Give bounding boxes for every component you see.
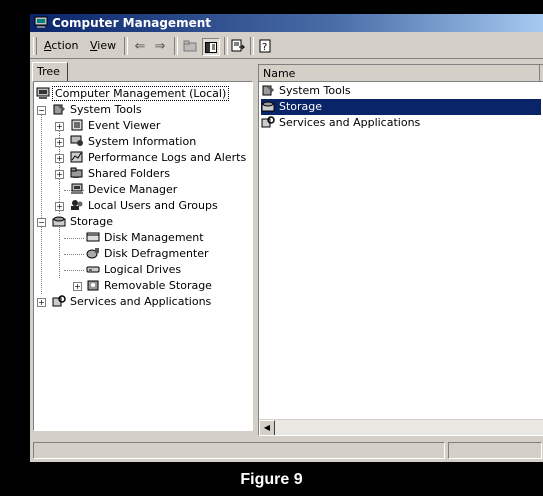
tree-item-label: Storage [70,215,114,228]
view-menu[interactable]: View [90,39,116,52]
title-bar[interactable]: Computer Management [30,14,543,32]
collapse-icon[interactable]: − [37,106,46,115]
disk-defragmenter-icon [86,248,99,259]
tree-item-label: System Information [88,135,197,148]
status-bar [30,440,543,460]
tree-item-device-manager[interactable]: Device Manager [70,182,179,198]
collapse-icon[interactable]: − [37,218,46,227]
toolbar-separator [224,37,228,55]
system-information-icon [70,135,83,146]
tree-item-disk-management[interactable]: Disk Management [86,230,206,246]
tree-item-local-users[interactable]: Local Users and Groups [70,198,220,214]
tree-connector [64,238,84,239]
tree-item-label: Disk Management [104,231,204,244]
tree-item-removable-storage[interactable]: Removable Storage [86,278,214,294]
tree-item-label: Shared Folders [88,167,170,180]
back-arrow-icon[interactable]: ⇐ [132,38,148,54]
expand-icon[interactable]: + [55,202,64,211]
services-icon [52,295,66,307]
storage-icon [261,101,275,112]
tree-pane[interactable]: Computer Management (Local) − System Too… [33,81,253,431]
tree-item-storage[interactable]: Storage [52,214,115,230]
list-item-system-tools[interactable]: System Tools [261,83,353,99]
shared-folder-icon [70,167,83,178]
tree-item-label: Device Manager [88,183,178,196]
tree-connector [41,106,42,294]
svg-text:?: ? [262,42,267,53]
system-tools-icon [53,104,65,115]
tree-item-label: Local Users and Groups [88,199,218,212]
disk-management-icon [86,232,100,242]
services-icon [261,116,275,128]
removable-storage-icon [87,280,99,291]
tree-item-disk-defragmenter[interactable]: Disk Defragmenter [86,246,211,262]
tab-tree-label: Tree [37,65,60,78]
computer-management-window: Computer Management Action View ⇐ ⇒ ? Tr… [30,14,543,462]
users-icon [71,200,83,210]
toolbar-separator [124,37,128,55]
tree-item-system-information[interactable]: System Information [70,134,198,150]
help-icon[interactable]: ? [258,38,274,54]
tab-tree[interactable]: Tree [32,62,68,82]
list-item-label: System Tools [279,84,351,97]
tree-connector [64,254,84,255]
action-menu-label: Action [44,39,79,52]
toolbar-separator [174,37,178,55]
tree-item-performance-logs[interactable]: Performance Logs and Alerts [70,150,248,166]
scroll-left-icon[interactable]: ◀ [259,420,275,435]
action-menu[interactable]: Action [44,39,78,52]
show-hide-tree-icon[interactable] [202,38,220,56]
tree-item-computer-management[interactable]: Computer Management (Local) [36,86,230,102]
computer-icon [34,16,48,28]
tree-item-system-tools[interactable]: System Tools [52,102,144,118]
device-manager-icon [71,183,83,194]
toolbar-separator [250,37,254,55]
export-list-icon[interactable] [230,38,246,54]
window-title: Computer Management [52,16,211,30]
tree-item-label: Logical Drives [104,263,182,276]
tree-item-shared-folders[interactable]: Shared Folders [70,166,172,182]
expand-icon[interactable]: + [55,138,64,147]
storage-icon [52,216,66,227]
event-viewer-icon [71,119,83,131]
performance-logs-icon [70,151,83,163]
tree-connector [64,270,84,271]
tree-item-label: Performance Logs and Alerts [88,151,247,164]
expand-icon[interactable]: + [73,282,82,291]
expand-icon[interactable]: + [55,122,64,131]
tree-item-services-applications[interactable]: Services and Applications [52,294,213,310]
expand-icon[interactable]: + [37,298,46,307]
figure-caption: Figure 9 [0,462,543,496]
computer-icon [36,87,50,99]
horizontal-scrollbar[interactable]: ◀ [259,419,543,435]
details-pane[interactable]: Name System Tools Storage Services and A… [258,64,543,436]
logical-drive-icon [86,266,100,273]
status-panel [33,442,445,459]
tree-item-label: Event Viewer [88,119,161,132]
list-item-services-applications[interactable]: Services and Applications [261,115,422,131]
view-menu-label: View [90,39,117,52]
system-tools-icon [262,85,274,96]
tree-item-label: Disk Defragmenter [104,247,209,260]
tree-item-label: Removable Storage [104,279,212,292]
list-item-label: Storage [277,100,325,113]
column-divider[interactable] [539,65,540,81]
tree-item-label: Computer Management (Local) [52,86,230,101]
status-panel [448,442,542,459]
up-folder-icon[interactable] [182,38,198,54]
toolbar-grip[interactable] [33,37,37,55]
menu-toolbar: Action View ⇐ ⇒ ? [30,34,543,59]
column-header-name[interactable]: Name [259,65,543,82]
tree-item-label: Services and Applications [70,295,212,308]
tree-connector [59,122,60,214]
tree-item-logical-drives[interactable]: Logical Drives [86,262,183,278]
expand-icon[interactable]: + [55,170,64,179]
forward-arrow-icon[interactable]: ⇒ [152,38,168,54]
column-header-label: Name [263,67,296,80]
expand-icon[interactable]: + [55,154,64,163]
tree-item-event-viewer[interactable]: Event Viewer [70,118,162,134]
list-item-label: Services and Applications [279,116,421,129]
list-item-storage[interactable]: Storage [261,99,541,115]
tree-item-label: System Tools [70,103,142,116]
